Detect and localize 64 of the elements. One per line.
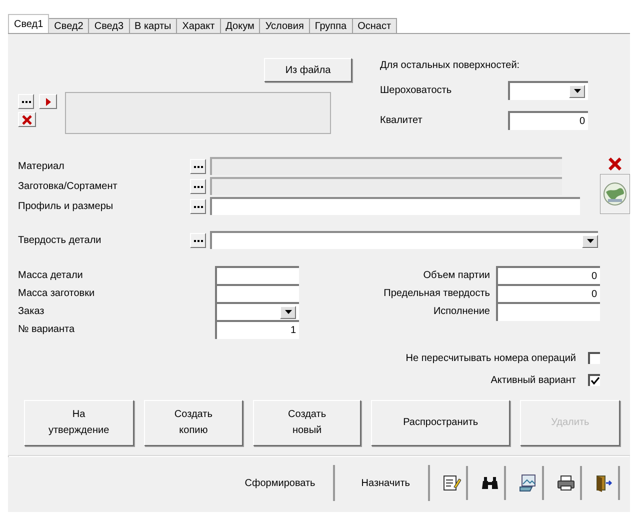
field-label: Твердость детали bbox=[18, 234, 102, 246]
tab[interactable]: В карты bbox=[128, 18, 178, 33]
action-button[interactable]: На утверждение bbox=[24, 400, 134, 446]
ellipsis-icon bbox=[194, 238, 202, 242]
combo-field[interactable] bbox=[210, 231, 598, 249]
close-icon[interactable] bbox=[607, 156, 623, 172]
ellipsis-icon bbox=[194, 204, 202, 208]
input-field[interactable] bbox=[210, 197, 580, 215]
caret-icon bbox=[586, 239, 594, 243]
browse-button[interactable] bbox=[190, 232, 206, 248]
close-icon bbox=[21, 114, 33, 126]
field-label: Заготовка/Сортамент bbox=[18, 180, 118, 192]
roughness-combo[interactable] bbox=[508, 80, 588, 100]
checkbox-label: Активный вариант bbox=[490, 374, 576, 386]
field-label: Квалитет bbox=[380, 114, 424, 126]
input-field[interactable] bbox=[215, 266, 299, 284]
checkbox[interactable] bbox=[588, 352, 600, 364]
ellipsis-icon bbox=[194, 164, 202, 168]
caret-icon bbox=[284, 310, 292, 314]
field-label: Материал bbox=[18, 160, 66, 172]
from-file-button[interactable]: Из файла bbox=[264, 58, 352, 82]
field-label: Профиль и размеры bbox=[18, 200, 114, 212]
tab[interactable]: Группа bbox=[308, 18, 353, 33]
tab[interactable]: Свед2 bbox=[48, 18, 90, 33]
dropdown-button[interactable] bbox=[582, 234, 598, 248]
tab[interactable]: Оснаст bbox=[352, 18, 398, 33]
browse-button[interactable] bbox=[190, 158, 206, 174]
field-label: Шероховатость bbox=[380, 84, 453, 96]
dropdown-button[interactable] bbox=[569, 84, 585, 98]
quality-field[interactable]: 0 bbox=[508, 110, 588, 130]
ellipsis-icon bbox=[194, 184, 202, 188]
field-label: Заказ bbox=[18, 306, 46, 316]
checkbox[interactable] bbox=[588, 374, 600, 386]
action-button[interactable]: Распространить bbox=[370, 400, 510, 446]
close-button[interactable] bbox=[18, 112, 36, 127]
tab[interactable]: Свед3 bbox=[88, 18, 130, 33]
input-field[interactable] bbox=[496, 302, 600, 320]
tab[interactable]: Свед1 bbox=[8, 14, 50, 33]
input-field[interactable] bbox=[215, 284, 299, 302]
combo-field[interactable] bbox=[215, 302, 299, 320]
field-label: Масса детали bbox=[18, 270, 84, 280]
dropdown-button[interactable] bbox=[280, 306, 296, 318]
tab[interactable]: Условия bbox=[259, 18, 310, 33]
section-heading: Для остальных поверхностей: bbox=[380, 60, 521, 71]
caret-icon bbox=[574, 89, 580, 93]
tab[interactable]: Докум bbox=[220, 18, 260, 33]
checkbox-label: Не пересчитывать номера операций bbox=[406, 352, 576, 364]
field-label: Масса заготовки bbox=[18, 288, 96, 298]
field-label: Предельная твердость bbox=[382, 288, 491, 298]
browse-button[interactable] bbox=[190, 198, 206, 214]
ellipsis-icon bbox=[22, 100, 30, 103]
play-button[interactable] bbox=[39, 94, 57, 109]
input-field[interactable]: 0 bbox=[496, 266, 600, 284]
action-button[interactable]: Создать копию bbox=[144, 400, 244, 446]
action-button[interactable]: Создать новый bbox=[253, 400, 361, 446]
field-label: Объем партии bbox=[422, 270, 491, 280]
input-field[interactable]: 0 bbox=[496, 284, 600, 302]
tab[interactable]: Характ bbox=[176, 18, 221, 33]
play-icon bbox=[46, 98, 50, 106]
field-label: № варианта bbox=[18, 324, 76, 334]
field-label: Исполнение bbox=[432, 306, 491, 316]
browse-button[interactable] bbox=[18, 94, 34, 109]
input-field[interactable]: 1 bbox=[215, 320, 299, 338]
browse-button[interactable] bbox=[190, 178, 206, 194]
